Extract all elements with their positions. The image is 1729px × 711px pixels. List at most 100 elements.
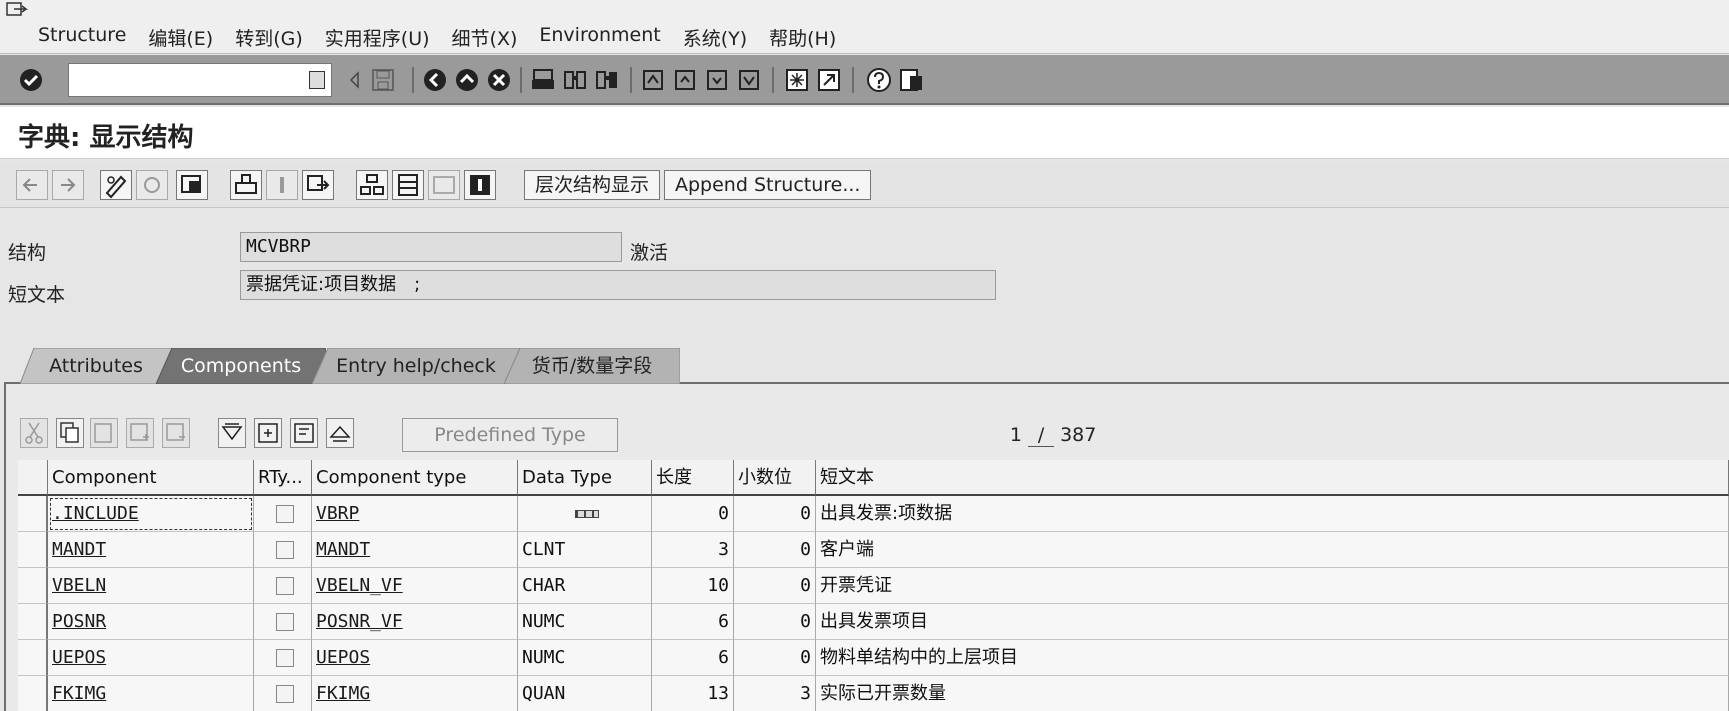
help-icon[interactable] bbox=[866, 67, 892, 93]
menu-utilities[interactable]: 实用程序(U) bbox=[325, 24, 430, 51]
blank-button[interactable] bbox=[428, 170, 460, 200]
cell-component-type[interactable]: UEPOS bbox=[312, 640, 518, 676]
command-history-icon[interactable] bbox=[309, 71, 325, 89]
display-change-button[interactable] bbox=[100, 170, 132, 200]
cell-component[interactable]: .INCLUDE bbox=[48, 496, 254, 532]
back-arrow-button[interactable] bbox=[16, 170, 48, 200]
print-icon[interactable] bbox=[530, 67, 556, 93]
select-all-cell[interactable] bbox=[18, 460, 48, 496]
table-row[interactable]: FKIMG FKIMG QUAN 13 3 实际已开票数量 bbox=[18, 676, 1729, 711]
table-row[interactable]: VBELN VBELN_VF CHAR 10 0 开票凭证 bbox=[18, 568, 1729, 604]
row-selector[interactable] bbox=[18, 532, 48, 568]
sort-button[interactable] bbox=[290, 418, 318, 448]
navigate-button[interactable] bbox=[302, 170, 334, 200]
tab-attributes[interactable]: Attributes bbox=[20, 348, 172, 384]
save-icon[interactable] bbox=[370, 67, 396, 93]
tab-currency-quantity[interactable]: 货币/数量字段 bbox=[504, 348, 680, 384]
menu-edit[interactable]: 编辑(E) bbox=[148, 24, 213, 51]
cut-button[interactable] bbox=[20, 418, 48, 448]
menu-environment[interactable]: Environment bbox=[539, 24, 660, 51]
rtype-checkbox[interactable] bbox=[276, 685, 294, 703]
cell-component-type[interactable]: FKIMG bbox=[312, 676, 518, 711]
column-header-short-text[interactable]: 短文本 bbox=[816, 460, 1729, 496]
collapse-button[interactable] bbox=[326, 418, 354, 448]
filter-button[interactable] bbox=[218, 418, 246, 448]
insert-row-button[interactable] bbox=[126, 418, 154, 448]
last-page-icon[interactable] bbox=[736, 67, 762, 93]
check-button[interactable] bbox=[176, 170, 208, 200]
other-object-button[interactable] bbox=[136, 170, 168, 200]
tab-components[interactable]: Components bbox=[156, 348, 326, 384]
exit-icon[interactable] bbox=[454, 67, 480, 93]
row-selector[interactable] bbox=[18, 604, 48, 640]
row-selector[interactable] bbox=[18, 640, 48, 676]
hierarchy-display-button[interactable]: 层次结构显示 bbox=[524, 170, 661, 200]
delete-row-button[interactable] bbox=[162, 418, 190, 448]
cell-component[interactable]: MANDT bbox=[48, 532, 254, 568]
first-page-icon[interactable] bbox=[640, 67, 666, 93]
cell-rtype[interactable] bbox=[254, 604, 312, 640]
table-display-button[interactable] bbox=[392, 170, 424, 200]
cell-rtype[interactable] bbox=[254, 568, 312, 604]
paste-button[interactable] bbox=[90, 418, 118, 448]
hierarchy-button[interactable] bbox=[356, 170, 388, 200]
structure-field[interactable]: MCVBRP bbox=[240, 232, 622, 262]
menu-icon[interactable] bbox=[6, 2, 28, 20]
back-icon[interactable] bbox=[422, 67, 448, 93]
expand-button[interactable] bbox=[254, 418, 282, 448]
menu-goto[interactable]: 转到(G) bbox=[235, 24, 303, 51]
next-page-icon[interactable] bbox=[704, 67, 730, 93]
rtype-checkbox[interactable] bbox=[276, 541, 294, 559]
table-row[interactable]: POSNR POSNR_VF NUMC 6 0 出具发票项目 bbox=[18, 604, 1729, 640]
cell-component[interactable]: VBELN bbox=[48, 568, 254, 604]
new-session-icon[interactable] bbox=[784, 67, 810, 93]
copy-button[interactable] bbox=[56, 418, 84, 448]
menu-help[interactable]: 帮助(H) bbox=[769, 24, 836, 51]
enter-icon[interactable] bbox=[18, 67, 44, 93]
menu-structure[interactable]: Structure bbox=[38, 24, 126, 51]
cell-component-type[interactable]: POSNR_VF bbox=[312, 604, 518, 640]
cell-rtype[interactable] bbox=[254, 676, 312, 711]
rtype-checkbox[interactable] bbox=[276, 505, 294, 523]
column-header-length[interactable]: 长度 bbox=[652, 460, 734, 496]
info-button[interactable] bbox=[266, 170, 298, 200]
find-next-icon[interactable] bbox=[594, 67, 620, 93]
menu-details[interactable]: 细节(X) bbox=[452, 24, 518, 51]
row-selector[interactable] bbox=[18, 496, 48, 532]
rtype-checkbox[interactable] bbox=[276, 577, 294, 595]
table-row[interactable]: UEPOS UEPOS NUMC 6 0 物料单结构中的上层项目 bbox=[18, 640, 1729, 676]
cell-component[interactable]: POSNR bbox=[48, 604, 254, 640]
cell-component-type[interactable]: VBRP bbox=[312, 496, 518, 532]
tab-entry-help[interactable]: Entry help/check bbox=[312, 348, 520, 384]
menu-system[interactable]: 系统(Y) bbox=[683, 24, 747, 51]
rtype-checkbox[interactable] bbox=[276, 613, 294, 631]
predefined-type-button[interactable]: Predefined Type bbox=[402, 418, 618, 452]
cell-component[interactable]: UEPOS bbox=[48, 640, 254, 676]
append-structure-button[interactable]: Append Structure... bbox=[664, 170, 872, 200]
documentation-button[interactable] bbox=[464, 170, 496, 200]
column-header-data-type[interactable]: Data Type bbox=[518, 460, 652, 496]
command-field[interactable] bbox=[68, 63, 332, 97]
column-header-decimals[interactable]: 小数位 bbox=[734, 460, 816, 496]
table-row[interactable]: MANDT MANDT CLNT 3 0 客户端 bbox=[18, 532, 1729, 568]
row-selector[interactable] bbox=[18, 676, 48, 711]
table-row[interactable]: .INCLUDE VBRP 0 0 出具发票:项数据 bbox=[18, 496, 1729, 532]
row-selector[interactable] bbox=[18, 568, 48, 604]
find-icon[interactable] bbox=[562, 67, 588, 93]
cell-rtype[interactable] bbox=[254, 532, 312, 568]
cell-component[interactable]: FKIMG bbox=[48, 676, 254, 711]
shortcut-icon[interactable] bbox=[816, 67, 842, 93]
layout-icon[interactable] bbox=[898, 67, 924, 93]
column-header-rtype[interactable]: RTy... bbox=[254, 460, 312, 496]
cell-component-type[interactable]: MANDT bbox=[312, 532, 518, 568]
collapse-icon[interactable] bbox=[342, 67, 368, 93]
column-header-component[interactable]: Component bbox=[48, 460, 254, 496]
forward-arrow-button[interactable] bbox=[52, 170, 84, 200]
column-header-component-type[interactable]: Component type bbox=[312, 460, 518, 496]
cancel-icon[interactable] bbox=[486, 67, 512, 93]
previous-page-icon[interactable] bbox=[672, 67, 698, 93]
where-used-button[interactable] bbox=[230, 170, 262, 200]
cell-rtype[interactable] bbox=[254, 640, 312, 676]
short-text-field[interactable]: 票据凭证:项目数据 ; bbox=[240, 270, 996, 300]
rtype-checkbox[interactable] bbox=[276, 649, 294, 667]
